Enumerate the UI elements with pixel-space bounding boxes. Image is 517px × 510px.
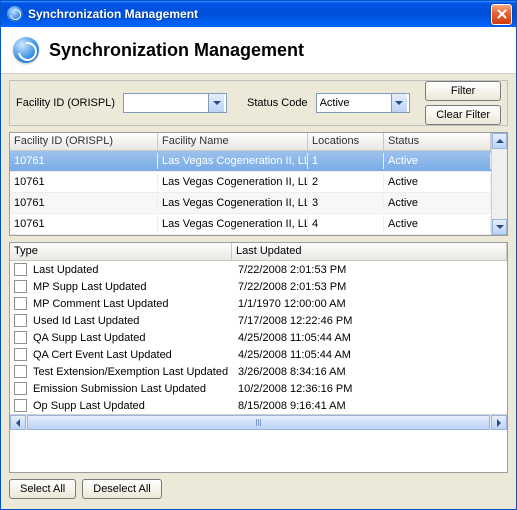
chevron-down-icon[interactable]	[208, 94, 224, 112]
checkbox[interactable]	[14, 263, 27, 276]
list-item[interactable]: Op Supp Last Updated8/15/2008 9:16:41 AM	[10, 397, 507, 414]
grid-header-locations[interactable]: Locations	[308, 133, 384, 150]
facility-grid: Facility ID (ORISPL) Facility Name Locat…	[9, 132, 508, 236]
status-code-input[interactable]	[317, 96, 391, 110]
table-row[interactable]: 10761 Las Vegas Cogeneration II, LLC 4 A…	[10, 214, 491, 235]
list-item[interactable]: MP Comment Last Updated1/1/1970 12:00:00…	[10, 295, 507, 312]
detail-header: Type Last Updated	[10, 243, 507, 261]
page-header: Synchronization Management	[1, 27, 516, 74]
cell-locations: 4	[308, 216, 384, 232]
content-area: Facility ID (ORISPL) Status Code Filter …	[1, 74, 516, 509]
detail-last-updated: 7/17/2008 12:22:46 PM	[238, 315, 507, 327]
grid-header-facility-name[interactable]: Facility Name	[158, 133, 308, 150]
clear-filter-button[interactable]: Clear Filter	[425, 105, 501, 125]
cell-locations: 3	[308, 195, 384, 211]
scroll-down-icon[interactable]	[492, 219, 507, 235]
list-item[interactable]: Emission Submission Last Updated10/2/200…	[10, 380, 507, 397]
checkbox[interactable]	[14, 399, 27, 412]
checkbox[interactable]	[14, 331, 27, 344]
cell-facility-id: 10761	[10, 216, 158, 232]
list-item[interactable]: QA Supp Last Updated4/25/2008 11:05:44 A…	[10, 329, 507, 346]
filter-panel: Facility ID (ORISPL) Status Code Filter …	[9, 80, 508, 126]
detail-last-updated: 1/1/1970 12:00:00 AM	[238, 298, 507, 310]
facility-id-label: Facility ID (ORISPL)	[16, 97, 115, 109]
close-icon	[497, 9, 507, 19]
detail-last-updated: 4/25/2008 11:05:44 AM	[238, 349, 507, 361]
checkbox[interactable]	[14, 297, 27, 310]
detail-header-last-updated[interactable]: Last Updated	[232, 243, 507, 260]
detail-last-updated: 10/2/2008 12:36:16 PM	[238, 383, 507, 395]
facility-id-input[interactable]	[124, 96, 208, 110]
checkbox[interactable]	[14, 280, 27, 293]
page-title: Synchronization Management	[49, 40, 304, 61]
cell-facility-name: Las Vegas Cogeneration II, LLC	[158, 174, 308, 190]
bottom-button-bar: Select All Deselect All	[9, 479, 508, 499]
cell-facility-name: Las Vegas Cogeneration II, LLC	[158, 153, 308, 169]
select-all-button[interactable]: Select All	[9, 479, 76, 499]
scroll-right-icon[interactable]	[491, 415, 507, 430]
cell-facility-name: Las Vegas Cogeneration II, LLC	[158, 216, 308, 232]
table-row[interactable]: 10761 Las Vegas Cogeneration II, LLC 2 A…	[10, 172, 491, 193]
titlebar[interactable]: Synchronization Management	[1, 1, 516, 27]
scroll-up-icon[interactable]	[492, 133, 507, 149]
detail-type: QA Cert Event Last Updated	[33, 349, 238, 361]
filter-button[interactable]: Filter	[425, 81, 501, 101]
detail-type: Used Id Last Updated	[33, 315, 238, 327]
detail-last-updated: 4/25/2008 11:05:44 AM	[238, 332, 507, 344]
sync-management-window: Synchronization Management Synchronizati…	[0, 0, 517, 510]
list-item[interactable]: MP Supp Last Updated7/22/2008 2:01:53 PM	[10, 278, 507, 295]
cell-locations: 2	[308, 174, 384, 190]
list-item[interactable]: Used Id Last Updated7/17/2008 12:22:46 P…	[10, 312, 507, 329]
cell-locations: 1	[308, 153, 384, 169]
horizontal-scrollbar[interactable]	[10, 414, 507, 430]
grid-header: Facility ID (ORISPL) Facility Name Locat…	[10, 133, 491, 151]
cell-facility-id: 10761	[10, 174, 158, 190]
detail-list: Type Last Updated Last Updated7/22/2008 …	[9, 242, 508, 473]
cell-status: Active	[384, 174, 491, 190]
facility-id-combobox[interactable]	[123, 93, 227, 113]
scroll-left-icon[interactable]	[10, 415, 26, 430]
detail-last-updated: 8/15/2008 9:16:41 AM	[238, 400, 507, 412]
cell-facility-id: 10761	[10, 153, 158, 169]
detail-type: Test Extension/Exemption Last Updated	[33, 366, 238, 378]
status-code-label: Status Code	[247, 97, 308, 109]
detail-type: QA Supp Last Updated	[33, 332, 238, 344]
checkbox[interactable]	[14, 365, 27, 378]
grid-header-facility-id[interactable]: Facility ID (ORISPL)	[10, 133, 158, 150]
scrollbar-thumb[interactable]	[27, 415, 490, 430]
checkbox[interactable]	[14, 314, 27, 327]
detail-type: Op Supp Last Updated	[33, 400, 238, 412]
vertical-scrollbar[interactable]	[491, 133, 507, 235]
sync-icon	[7, 6, 23, 22]
cell-status: Active	[384, 195, 491, 211]
status-code-combobox[interactable]	[316, 93, 410, 113]
sync-icon	[13, 37, 39, 63]
list-item[interactable]: QA Cert Event Last Updated4/25/2008 11:0…	[10, 346, 507, 363]
detail-last-updated: 3/26/2008 8:34:16 AM	[238, 366, 507, 378]
detail-last-updated: 7/22/2008 2:01:53 PM	[238, 264, 507, 276]
window-title: Synchronization Management	[28, 7, 491, 21]
detail-header-type[interactable]: Type	[10, 243, 232, 260]
close-button[interactable]	[491, 4, 512, 25]
detail-last-updated: 7/22/2008 2:01:53 PM	[238, 281, 507, 293]
detail-type: Emission Submission Last Updated	[33, 383, 238, 395]
detail-type: MP Supp Last Updated	[33, 281, 238, 293]
cell-facility-id: 10761	[10, 195, 158, 211]
grid-header-status[interactable]: Status	[384, 133, 491, 150]
table-row[interactable]: 10761 Las Vegas Cogeneration II, LLC 1 A…	[10, 151, 491, 172]
checkbox[interactable]	[14, 348, 27, 361]
table-row[interactable]: 10761 Las Vegas Cogeneration II, LLC 3 A…	[10, 193, 491, 214]
cell-status: Active	[384, 153, 491, 169]
cell-facility-name: Las Vegas Cogeneration II, LLC	[158, 195, 308, 211]
chevron-down-icon[interactable]	[391, 94, 407, 112]
cell-status: Active	[384, 216, 491, 232]
list-item[interactable]: Test Extension/Exemption Last Updated3/2…	[10, 363, 507, 380]
deselect-all-button[interactable]: Deselect All	[82, 479, 161, 499]
checkbox[interactable]	[14, 382, 27, 395]
detail-type: MP Comment Last Updated	[33, 298, 238, 310]
detail-type: Last Updated	[33, 264, 238, 276]
list-item[interactable]: Last Updated7/22/2008 2:01:53 PM	[10, 261, 507, 278]
